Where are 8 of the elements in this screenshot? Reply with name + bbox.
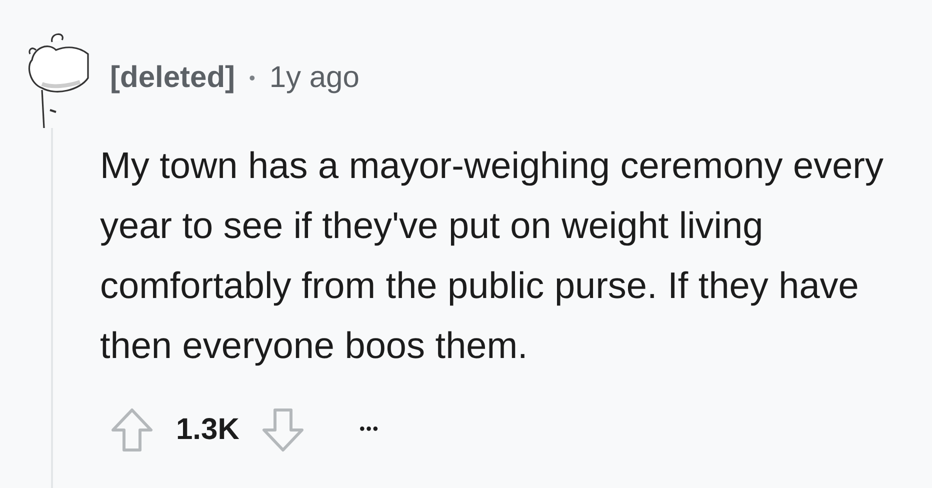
username[interactable]: [deleted] <box>110 61 236 95</box>
vote-score: 1.3K <box>176 413 240 447</box>
up-arrow-icon <box>109 407 155 453</box>
down-arrow-icon <box>260 407 306 453</box>
timestamp: 1y ago <box>269 61 360 95</box>
comment-text: My town has a mayor-weighing ceremony every year to see if they've put on weight living comfortably from the public purse. If they have then everyone boos them. <box>100 144 884 368</box>
separator-dot: • <box>249 68 256 88</box>
more-options-button[interactable]: ••• <box>359 421 380 439</box>
